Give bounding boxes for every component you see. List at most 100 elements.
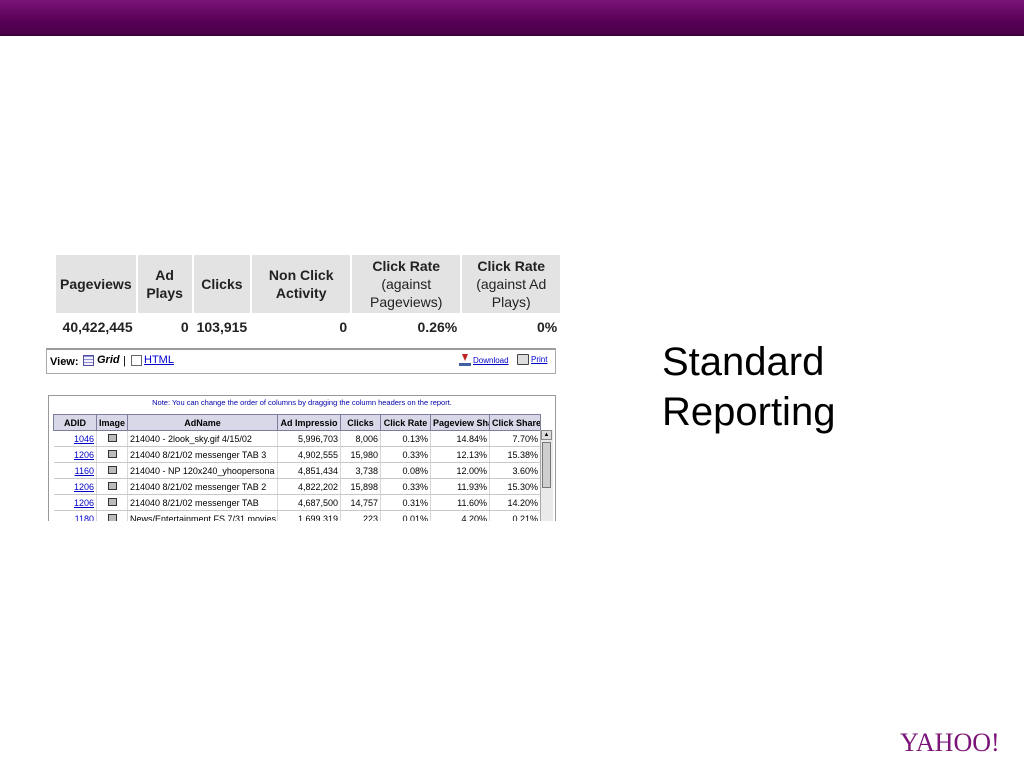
download-icon — [459, 354, 471, 366]
html-view-link[interactable]: HTML — [131, 354, 174, 366]
click-rate-cell: 0.13% — [380, 430, 431, 447]
summary-header-non-click-activity: Non Click Activity — [251, 255, 353, 313]
summary-header-row: Pageviews Ad Plays Clicks Non Click Activi… — [56, 255, 563, 313]
print-link[interactable]: Print — [517, 354, 547, 365]
click-share-cell: 15.38% — [489, 446, 541, 463]
table-row: 1206 214040 8/21/02 messenger TAB 3 4,90… — [53, 446, 541, 463]
impressions-cell: 4,902,555 — [277, 446, 341, 463]
click-rate-cell: 0.33% — [380, 446, 431, 463]
image-icon — [107, 481, 117, 490]
column-header-ad-impressions[interactable]: Ad Impressio — [277, 414, 341, 431]
impressions-cell: 4,822,202 — [277, 478, 341, 495]
scrollbar-thumb[interactable] — [542, 442, 551, 488]
image-cell[interactable] — [96, 510, 128, 521]
clicks-cell: 223 — [340, 510, 381, 521]
impressions-cell: 4,687,500 — [277, 494, 341, 511]
click-rate-cell: 0.31% — [380, 494, 431, 511]
click-share-cell: 7.70% — [489, 430, 541, 447]
column-header-pageview-share[interactable]: Pageview Sha — [430, 414, 490, 431]
scroll-up-arrow-icon[interactable]: ▲ — [541, 430, 552, 440]
table-row: 1160 214040 - NP 120x240_yhoopersona 4,8… — [53, 462, 541, 479]
adname-cell: News/Entertainment FS 7/31 movies — [127, 510, 278, 521]
column-header-click-share[interactable]: Click Share — [489, 414, 541, 431]
table-row: 1180 News/Entertainment FS 7/31 movies 1… — [53, 510, 541, 521]
adid-link[interactable]: 1206 — [53, 494, 97, 511]
vertical-scrollbar[interactable]: ▲ — [540, 430, 553, 521]
click-share-cell: 3.60% — [489, 462, 541, 479]
column-header-adname[interactable]: AdName — [127, 414, 278, 431]
summary-value-pageviews: 40,422,445 — [62, 319, 133, 335]
grid-view-label: Grid — [97, 354, 120, 366]
report-grid: ADID Image AdName Ad Impressio Clicks Cl… — [53, 414, 541, 521]
pageview-share-cell: 12.13% — [430, 446, 490, 463]
column-header-adid[interactable]: ADID — [53, 414, 97, 431]
image-icon — [107, 449, 117, 458]
image-cell[interactable] — [96, 446, 128, 463]
clicks-cell: 15,898 — [340, 478, 381, 495]
download-link[interactable]: Download — [459, 354, 509, 366]
adid-link[interactable]: 1180 — [53, 510, 97, 521]
click-share-cell: 15.30% — [489, 478, 541, 495]
adname-cell: 214040 8/21/02 messenger TAB — [127, 494, 278, 511]
click-rate-cell: 0.01% — [380, 510, 431, 521]
column-header-image[interactable]: Image — [96, 414, 128, 431]
printer-icon — [517, 354, 529, 365]
column-header-click-rate[interactable]: Click Rate — [380, 414, 431, 431]
slide-heading-line1: Standard — [662, 340, 825, 384]
pageview-share-cell: 12.00% — [430, 462, 490, 479]
image-cell[interactable] — [96, 462, 128, 479]
report-header-row: ADID Image AdName Ad Impressio Clicks Cl… — [53, 414, 541, 431]
summary-value-click-rate-ad-plays: 0% — [536, 319, 558, 335]
summary-header-click-rate-pageviews: Click Rate (against Pageviews) — [351, 255, 463, 313]
clicks-cell: 14,757 — [340, 494, 381, 511]
summary-value-clicks: 103,915 — [196, 319, 248, 335]
summary-value-ad-plays: 0 — [180, 319, 189, 335]
adid-link[interactable]: 1160 — [53, 462, 97, 479]
impressions-cell: 1,699,319 — [277, 510, 341, 521]
summary-table: Pageviews Ad Plays Clicks Non Click Activi… — [56, 255, 563, 341]
summary-header-clicks: Clicks — [192, 255, 253, 313]
clicks-cell: 15,980 — [340, 446, 381, 463]
grid-icon — [83, 354, 94, 366]
adid-link[interactable]: 1206 — [53, 478, 97, 495]
image-icon — [107, 465, 117, 474]
table-row: 1206 214040 8/21/02 messenger TAB 4,687,… — [53, 494, 541, 511]
image-cell[interactable] — [96, 430, 128, 447]
slide-heading-line2: Reporting — [662, 390, 836, 434]
summary-header-click-rate-ad-plays: Click Rate (against Ad Plays) — [461, 255, 563, 313]
impressions-cell: 5,996,703 — [277, 430, 341, 447]
grid-view-button[interactable]: Grid — [83, 354, 120, 366]
adid-link[interactable]: 1046 — [53, 430, 97, 447]
html-view-label: HTML — [144, 354, 174, 366]
image-icon — [107, 513, 117, 521]
summary-value-click-rate-pageviews: 0.26% — [417, 319, 458, 335]
title-bar — [0, 0, 1024, 36]
impressions-cell: 4,851,434 — [277, 462, 341, 479]
table-row: 1206 214040 8/21/02 messenger TAB 2 4,82… — [53, 478, 541, 495]
report-grid-panel: Note: You can change the order of column… — [48, 395, 556, 521]
view-label: View: — [50, 356, 79, 368]
adid-link[interactable]: 1206 — [53, 446, 97, 463]
image-cell[interactable] — [96, 478, 128, 495]
column-header-clicks[interactable]: Clicks — [340, 414, 381, 431]
adname-cell: 214040 8/21/02 messenger TAB 3 — [127, 446, 278, 463]
click-rate-cell: 0.08% — [380, 462, 431, 479]
view-separator: | — [123, 355, 126, 367]
adname-cell: 214040 - NP 120x240_yhoopersona — [127, 462, 278, 479]
adname-cell: 214040 8/21/02 messenger TAB 2 — [127, 478, 278, 495]
adname-cell: 214040 - 2look_sky.gif 4/15/02 — [127, 430, 278, 447]
table-row: 1046 214040 - 2look_sky.gif 4/15/02 5,99… — [53, 430, 541, 447]
image-cell[interactable] — [96, 494, 128, 511]
click-share-cell: 0.21% — [489, 510, 541, 521]
yahoo-logo: YAHOO! — [900, 728, 1000, 757]
pageview-share-cell: 14.84% — [430, 430, 490, 447]
clicks-cell: 3,738 — [340, 462, 381, 479]
pageview-share-cell: 4.20% — [430, 510, 490, 521]
report-note: Note: You can change the order of column… — [152, 398, 452, 407]
image-icon — [107, 433, 117, 442]
summary-value-row: 40,422,445 0 103,915 0 0.26% 0% — [56, 313, 561, 341]
image-icon — [107, 497, 117, 506]
summary-value-non-click-activity: 0 — [339, 319, 348, 335]
click-rate-cell: 0.33% — [380, 478, 431, 495]
pageview-share-cell: 11.93% — [430, 478, 490, 495]
